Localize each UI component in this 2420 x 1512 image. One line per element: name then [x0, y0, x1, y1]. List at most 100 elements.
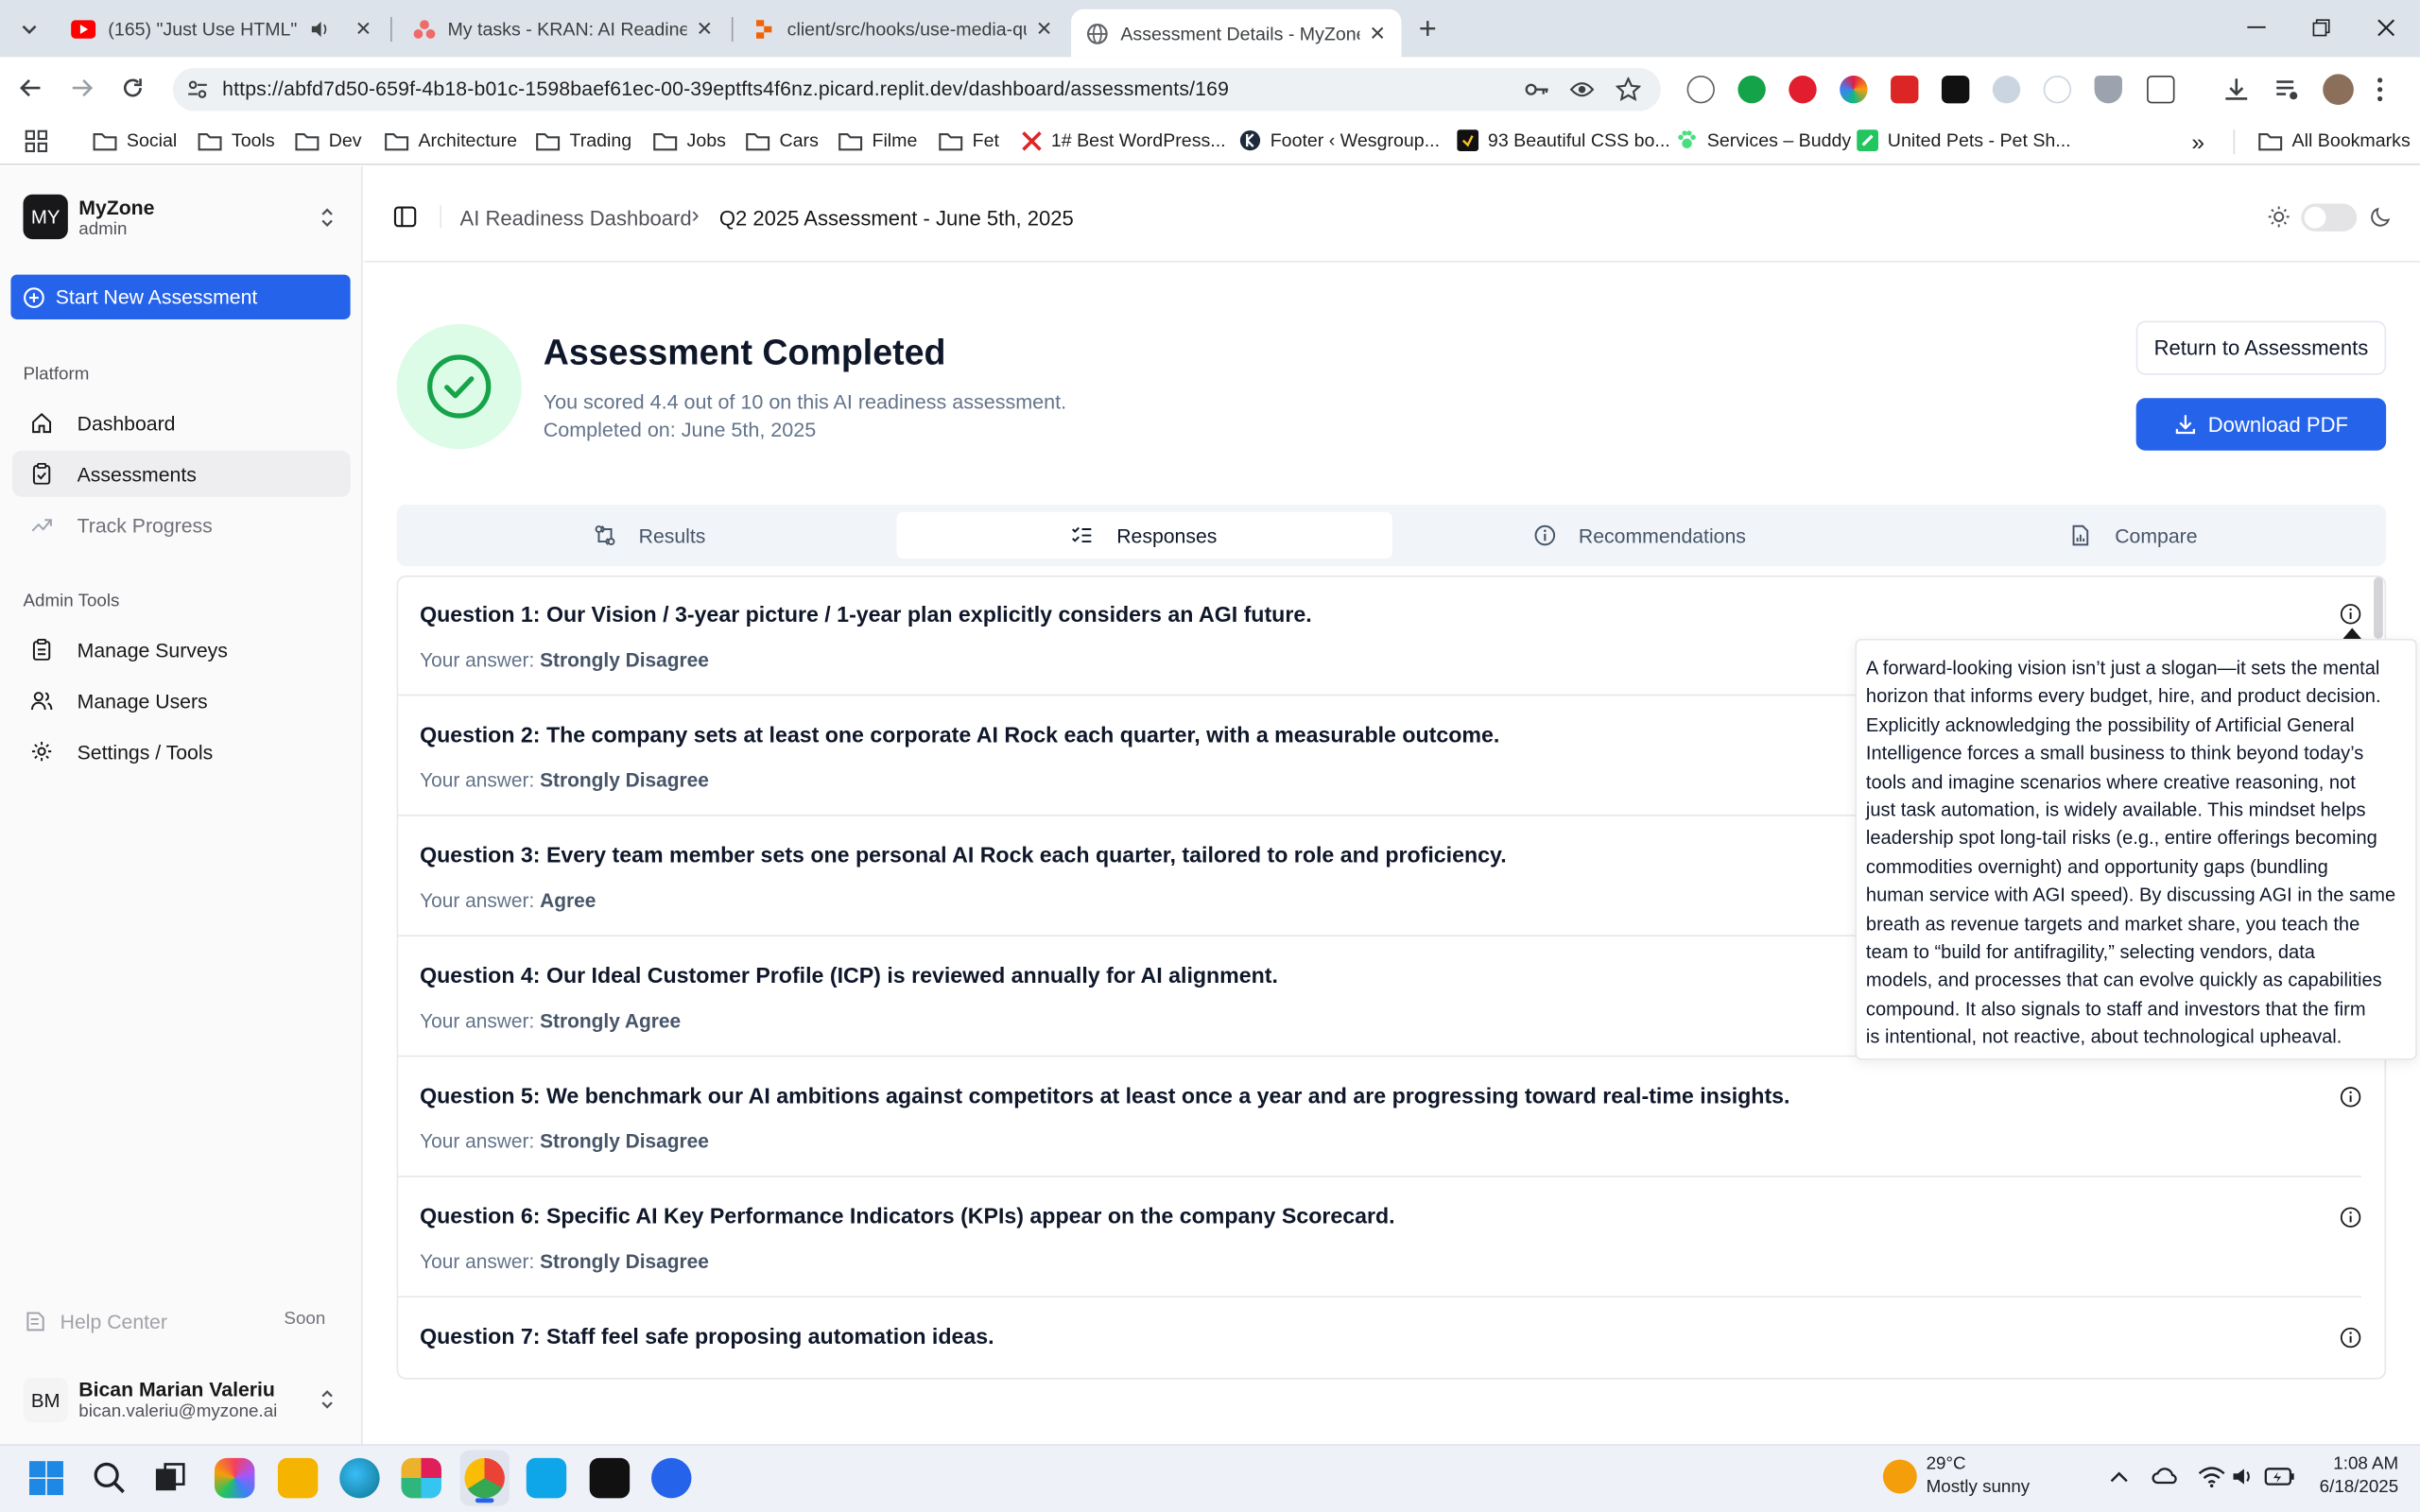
answer-value: Strongly Disagree [540, 768, 709, 792]
bookmark-folder[interactable]: Tools [198, 129, 275, 151]
bookmark-folder[interactable]: Filme [838, 129, 917, 151]
extension-icon[interactable] [2043, 76, 2072, 104]
bookmark-link[interactable]: United Pets - Pet Sh... [1857, 129, 2071, 152]
bookmark-link[interactable]: Footer ‹ Wesgroup... [1239, 129, 1440, 151]
extension-icon[interactable] [1686, 76, 1715, 104]
return-to-assessments-button[interactable]: Return to Assessments [2135, 320, 2387, 375]
windows-start-icon[interactable] [27, 1460, 64, 1497]
restore-window-button[interactable] [2290, 9, 2352, 46]
apps-grid-icon[interactable] [25, 129, 48, 153]
browser-tab-replit[interactable]: client/src/hooks/use-media-qu ✕ [737, 7, 1067, 51]
extension-icon[interactable] [1992, 76, 2021, 104]
browser-tab-asana[interactable]: My tasks - KRAN: AI Readiness ✕ [398, 7, 728, 51]
reload-icon[interactable] [120, 76, 145, 100]
eye-icon[interactable] [1569, 78, 1595, 100]
close-tab-icon[interactable]: ✕ [697, 16, 714, 41]
forward-icon[interactable] [69, 76, 94, 100]
weather-temp[interactable]: 29°C [1927, 1455, 1966, 1474]
extension-icon[interactable] [1789, 76, 1817, 104]
chevron-up-down-icon[interactable] [318, 207, 337, 229]
download-pdf-button[interactable]: Download PDF [2135, 398, 2387, 451]
kebab-menu-icon[interactable] [2377, 77, 2383, 102]
sidebar-item-assessments[interactable]: Assessments [12, 450, 351, 497]
copilot-icon[interactable] [214, 1457, 255, 1499]
download-icon[interactable] [2222, 76, 2250, 103]
info-icon[interactable] [2340, 1086, 2361, 1108]
volume-icon[interactable] [2230, 1464, 2255, 1488]
close-tab-icon[interactable]: ✕ [1036, 16, 1053, 41]
address-bar[interactable]: https://abfd7d50-659f-4b18-b01c-1598baef… [172, 67, 1661, 112]
battery-icon[interactable] [2264, 1466, 2295, 1487]
slack-icon[interactable] [401, 1457, 441, 1499]
speaker-icon[interactable] [309, 18, 331, 40]
sidebar-item-settings-tools[interactable]: Settings / Tools [12, 729, 351, 775]
breadcrumb-parent-link[interactable]: AI Readiness Dashboard [460, 207, 692, 230]
bookmark-folder[interactable]: Fet [939, 129, 999, 151]
puzzle-icon[interactable] [2147, 76, 2175, 104]
sidebar-item-manage-surveys[interactable]: Manage Surveys [12, 627, 351, 673]
profile-avatar[interactable] [2323, 74, 2354, 106]
extension-icon[interactable] [1941, 76, 1970, 104]
location-app-icon[interactable] [650, 1457, 692, 1499]
clock-time[interactable]: 1:08 AM [2315, 1455, 2398, 1474]
bookmark-folder[interactable]: Architecture [385, 129, 517, 151]
bookmark-link[interactable]: 93 Beautiful CSS bo... [1457, 129, 1670, 152]
bookmark-folder[interactable]: Dev [295, 129, 362, 151]
search-icon[interactable] [91, 1460, 128, 1497]
minimize-window-button[interactable] [2225, 9, 2287, 46]
tab-recommendations[interactable]: Recommendations [1393, 512, 1886, 558]
extension-icon[interactable] [1840, 76, 1868, 104]
sidebar-item-dashboard[interactable]: Dashboard [12, 400, 351, 446]
tab-responses[interactable]: Responses [896, 512, 1392, 559]
chevron-up-down-icon[interactable] [318, 1388, 337, 1410]
edge-icon[interactable] [339, 1457, 380, 1499]
bookmark-folder[interactable]: Trading [536, 129, 631, 151]
help-book-icon [26, 1312, 44, 1332]
chevron-up-icon[interactable] [2108, 1469, 2130, 1484]
app-icon[interactable] [589, 1457, 631, 1499]
cloud-sync-icon[interactable] [2152, 1464, 2179, 1488]
more-bookmarks-chevron[interactable]: » [2191, 129, 2204, 156]
shield-icon[interactable] [2094, 76, 2122, 104]
tab-search-icon[interactable] [12, 12, 46, 46]
chrome-icon[interactable] [464, 1457, 505, 1499]
info-icon[interactable] [2340, 603, 2361, 625]
close-tab-icon[interactable]: ✕ [355, 16, 372, 41]
weather-desc[interactable]: Mostly sunny [1927, 1478, 2031, 1497]
vscode-icon[interactable] [526, 1457, 567, 1499]
file-explorer-icon[interactable] [277, 1457, 319, 1499]
start-new-assessment-button[interactable]: Start New Assessment [10, 274, 351, 319]
bookmark-folder[interactable]: Social [93, 129, 177, 151]
back-icon[interactable] [19, 76, 43, 100]
info-icon[interactable] [2340, 1207, 2361, 1228]
extension-icon[interactable] [1891, 76, 1919, 104]
wifi-icon[interactable] [2198, 1464, 2225, 1488]
bookmark-folder[interactable]: Jobs [653, 129, 726, 151]
site-info-icon[interactable] [187, 78, 209, 100]
tab-results[interactable]: Results [405, 512, 895, 558]
new-tab-button[interactable]: + [1410, 12, 1444, 46]
clock-date[interactable]: 6/18/2025 [2300, 1478, 2399, 1497]
tab-compare[interactable]: Compare [1888, 512, 2380, 558]
media-controls-icon[interactable] [2273, 76, 2301, 103]
sidebar-item-manage-users[interactable]: Manage Users [12, 678, 351, 724]
bookmark-link[interactable]: Services – Buddy [1676, 129, 1851, 151]
sun-icon [2268, 206, 2290, 228]
browser-tab-active[interactable]: Assessment Details - MyZone A ✕ [1071, 9, 1402, 58]
all-bookmarks-button[interactable]: All Bookmarks [2258, 129, 2411, 151]
close-tab-icon[interactable]: ✕ [1369, 21, 1386, 45]
sidebar-item-track-progress[interactable]: Track Progress [12, 502, 351, 548]
sidebar-toggle-icon[interactable] [393, 205, 417, 228]
task-view-icon[interactable] [153, 1461, 187, 1495]
info-icon[interactable] [2340, 1327, 2361, 1349]
grammarly-icon[interactable] [1737, 76, 1766, 104]
bookmark-star-icon[interactable] [1616, 77, 1641, 102]
close-window-button[interactable] [2356, 9, 2417, 46]
bookmark-link[interactable]: 1# Best WordPress... [1022, 129, 1226, 151]
bookmark-folder[interactable]: Cars [746, 129, 819, 151]
theme-toggle[interactable] [2301, 203, 2358, 232]
browser-tab-youtube[interactable]: (165) "Just Use HTML" - You ✕ [56, 7, 388, 51]
scrollbar-thumb[interactable] [2374, 576, 2383, 639]
answer-value: Strongly Disagree [540, 647, 709, 672]
password-key-icon[interactable] [1525, 80, 1549, 99]
